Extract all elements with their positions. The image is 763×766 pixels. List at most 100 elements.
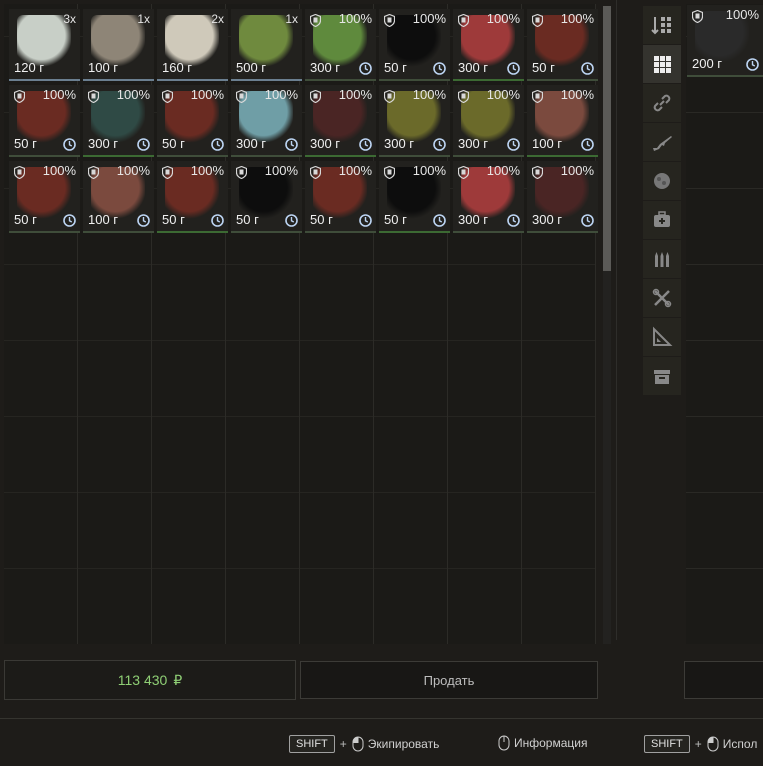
item-price: 300 г — [310, 60, 341, 75]
item-price: 100 г — [88, 212, 119, 227]
shift-key: SHIFT — [289, 735, 335, 753]
mouse-icon — [352, 736, 364, 752]
stash-item[interactable]: 100% 100 г — [527, 85, 598, 157]
stash-item[interactable]: 100% 300 г — [231, 85, 302, 157]
stash-item[interactable]: 100% 100 г — [83, 161, 154, 233]
sidebar-filter-button[interactable] — [643, 279, 681, 317]
clock-icon — [581, 62, 594, 75]
item-durability: 100% — [725, 7, 759, 22]
sidebar-filter-button[interactable] — [643, 84, 681, 122]
filter-sidebar — [643, 6, 681, 396]
hint-label: Экипировать — [367, 737, 440, 751]
item-price: 50 г — [14, 136, 37, 151]
sidebar-filter-button[interactable] — [643, 6, 681, 44]
sell-button[interactable]: Продать — [300, 661, 598, 699]
mouse-icon — [707, 736, 719, 752]
stash-item[interactable]: 100% 50 г — [527, 9, 598, 81]
item-price: 50 г — [162, 212, 185, 227]
scroll-thumb[interactable] — [603, 6, 611, 271]
stash-item[interactable]: 100% 300 г — [453, 161, 524, 233]
stash-item[interactable]: 100% 300 г — [83, 85, 154, 157]
shift-key: SHIFT — [644, 735, 690, 753]
protection-icon — [532, 166, 543, 179]
clock-icon — [63, 138, 76, 151]
clock-icon — [211, 138, 224, 151]
currency-symbol: ₽ — [173, 671, 183, 688]
protection-icon — [532, 90, 543, 103]
item-durability: 100% — [264, 163, 298, 178]
protection-icon — [88, 166, 99, 179]
stash-item[interactable]: 100% 300 г — [453, 9, 524, 81]
stash-item[interactable]: 100% 300 г — [305, 85, 376, 157]
item-quantity: 2x — [211, 12, 224, 26]
sidebar-filter-button[interactable] — [643, 45, 681, 83]
stash-item[interactable]: 100% 300 г — [453, 85, 524, 157]
trader-item[interactable]: 100% 200 г — [687, 5, 763, 77]
stash-scrollbar[interactable] — [603, 6, 611, 644]
stash-item[interactable]: 100% 50 г — [157, 161, 228, 233]
protection-icon — [310, 166, 321, 179]
item-price: 50 г — [532, 60, 555, 75]
protection-icon — [236, 90, 247, 103]
hint-label: Информация — [514, 736, 588, 750]
item-quantity: 3x — [63, 12, 76, 26]
clock-icon — [433, 62, 446, 75]
item-price: 50 г — [162, 136, 185, 151]
stash-item[interactable]: 100% 50 г — [231, 161, 302, 233]
item-price: 50 г — [14, 212, 37, 227]
item-price: 500 г — [236, 60, 267, 75]
item-durability: 100% — [42, 163, 76, 178]
tools-icon — [652, 288, 672, 308]
item-quantity: 1x — [285, 12, 298, 26]
stash-item[interactable]: 1x 500 г — [231, 9, 302, 81]
sidebar-filter-button[interactable] — [643, 357, 681, 395]
item-price: 160 г — [162, 60, 193, 75]
ruler-icon — [653, 326, 673, 346]
sidebar-filter-button[interactable] — [643, 201, 681, 239]
stash-item[interactable]: 100% 300 г — [379, 85, 450, 157]
panel-divider — [616, 0, 617, 640]
protection-icon — [310, 14, 321, 27]
protection-icon — [14, 166, 25, 179]
item-durability: 100% — [338, 163, 372, 178]
sidebar-filter-button[interactable] — [643, 318, 681, 356]
stash-item[interactable]: 3x 120 г — [9, 9, 80, 81]
item-price: 50 г — [384, 60, 407, 75]
clock-icon — [211, 214, 224, 227]
item-price: 200 г — [692, 56, 723, 71]
stash-item[interactable]: 100% 50 г — [157, 85, 228, 157]
sidebar-filter-button[interactable] — [643, 240, 681, 278]
item-price: 300 г — [310, 136, 341, 151]
item-durability: 100% — [412, 11, 446, 26]
money-display: 113 430 ₽ — [4, 660, 296, 700]
artifact-icon — [654, 173, 670, 189]
item-durability: 100% — [560, 163, 594, 178]
item-durability: 100% — [412, 163, 446, 178]
stash-item[interactable]: 100% 300 г — [527, 161, 598, 233]
stash-item[interactable]: 100% 50 г — [379, 9, 450, 81]
sidebar-filter-button[interactable] — [643, 162, 681, 200]
item-durability: 100% — [116, 87, 150, 102]
stash-item[interactable]: 100% 50 г — [379, 161, 450, 233]
protection-icon — [458, 90, 469, 103]
item-price: 50 г — [236, 212, 259, 227]
stash-item[interactable]: 100% 300 г — [305, 9, 376, 81]
item-quantity: 1x — [137, 12, 150, 26]
stash-item[interactable]: 100% 50 г — [9, 161, 80, 233]
grid-icon — [654, 56, 671, 73]
stash-item[interactable]: 1x 100 г — [83, 9, 154, 81]
link-icon — [653, 94, 671, 112]
item-durability: 100% — [42, 87, 76, 102]
stash-item[interactable]: 2x 160 г — [157, 9, 228, 81]
trader-grid: 100% 200 г — [686, 4, 763, 644]
stash-item[interactable]: 100% 50 г — [9, 85, 80, 157]
item-durability: 100% — [190, 163, 224, 178]
protection-icon — [384, 14, 395, 27]
clock-icon — [433, 138, 446, 151]
stash-item[interactable]: 100% 50 г — [305, 161, 376, 233]
clock-icon — [433, 214, 446, 227]
sidebar-filter-button[interactable] — [643, 123, 681, 161]
clock-icon — [507, 214, 520, 227]
clock-icon — [581, 138, 594, 151]
protection-icon — [384, 166, 395, 179]
